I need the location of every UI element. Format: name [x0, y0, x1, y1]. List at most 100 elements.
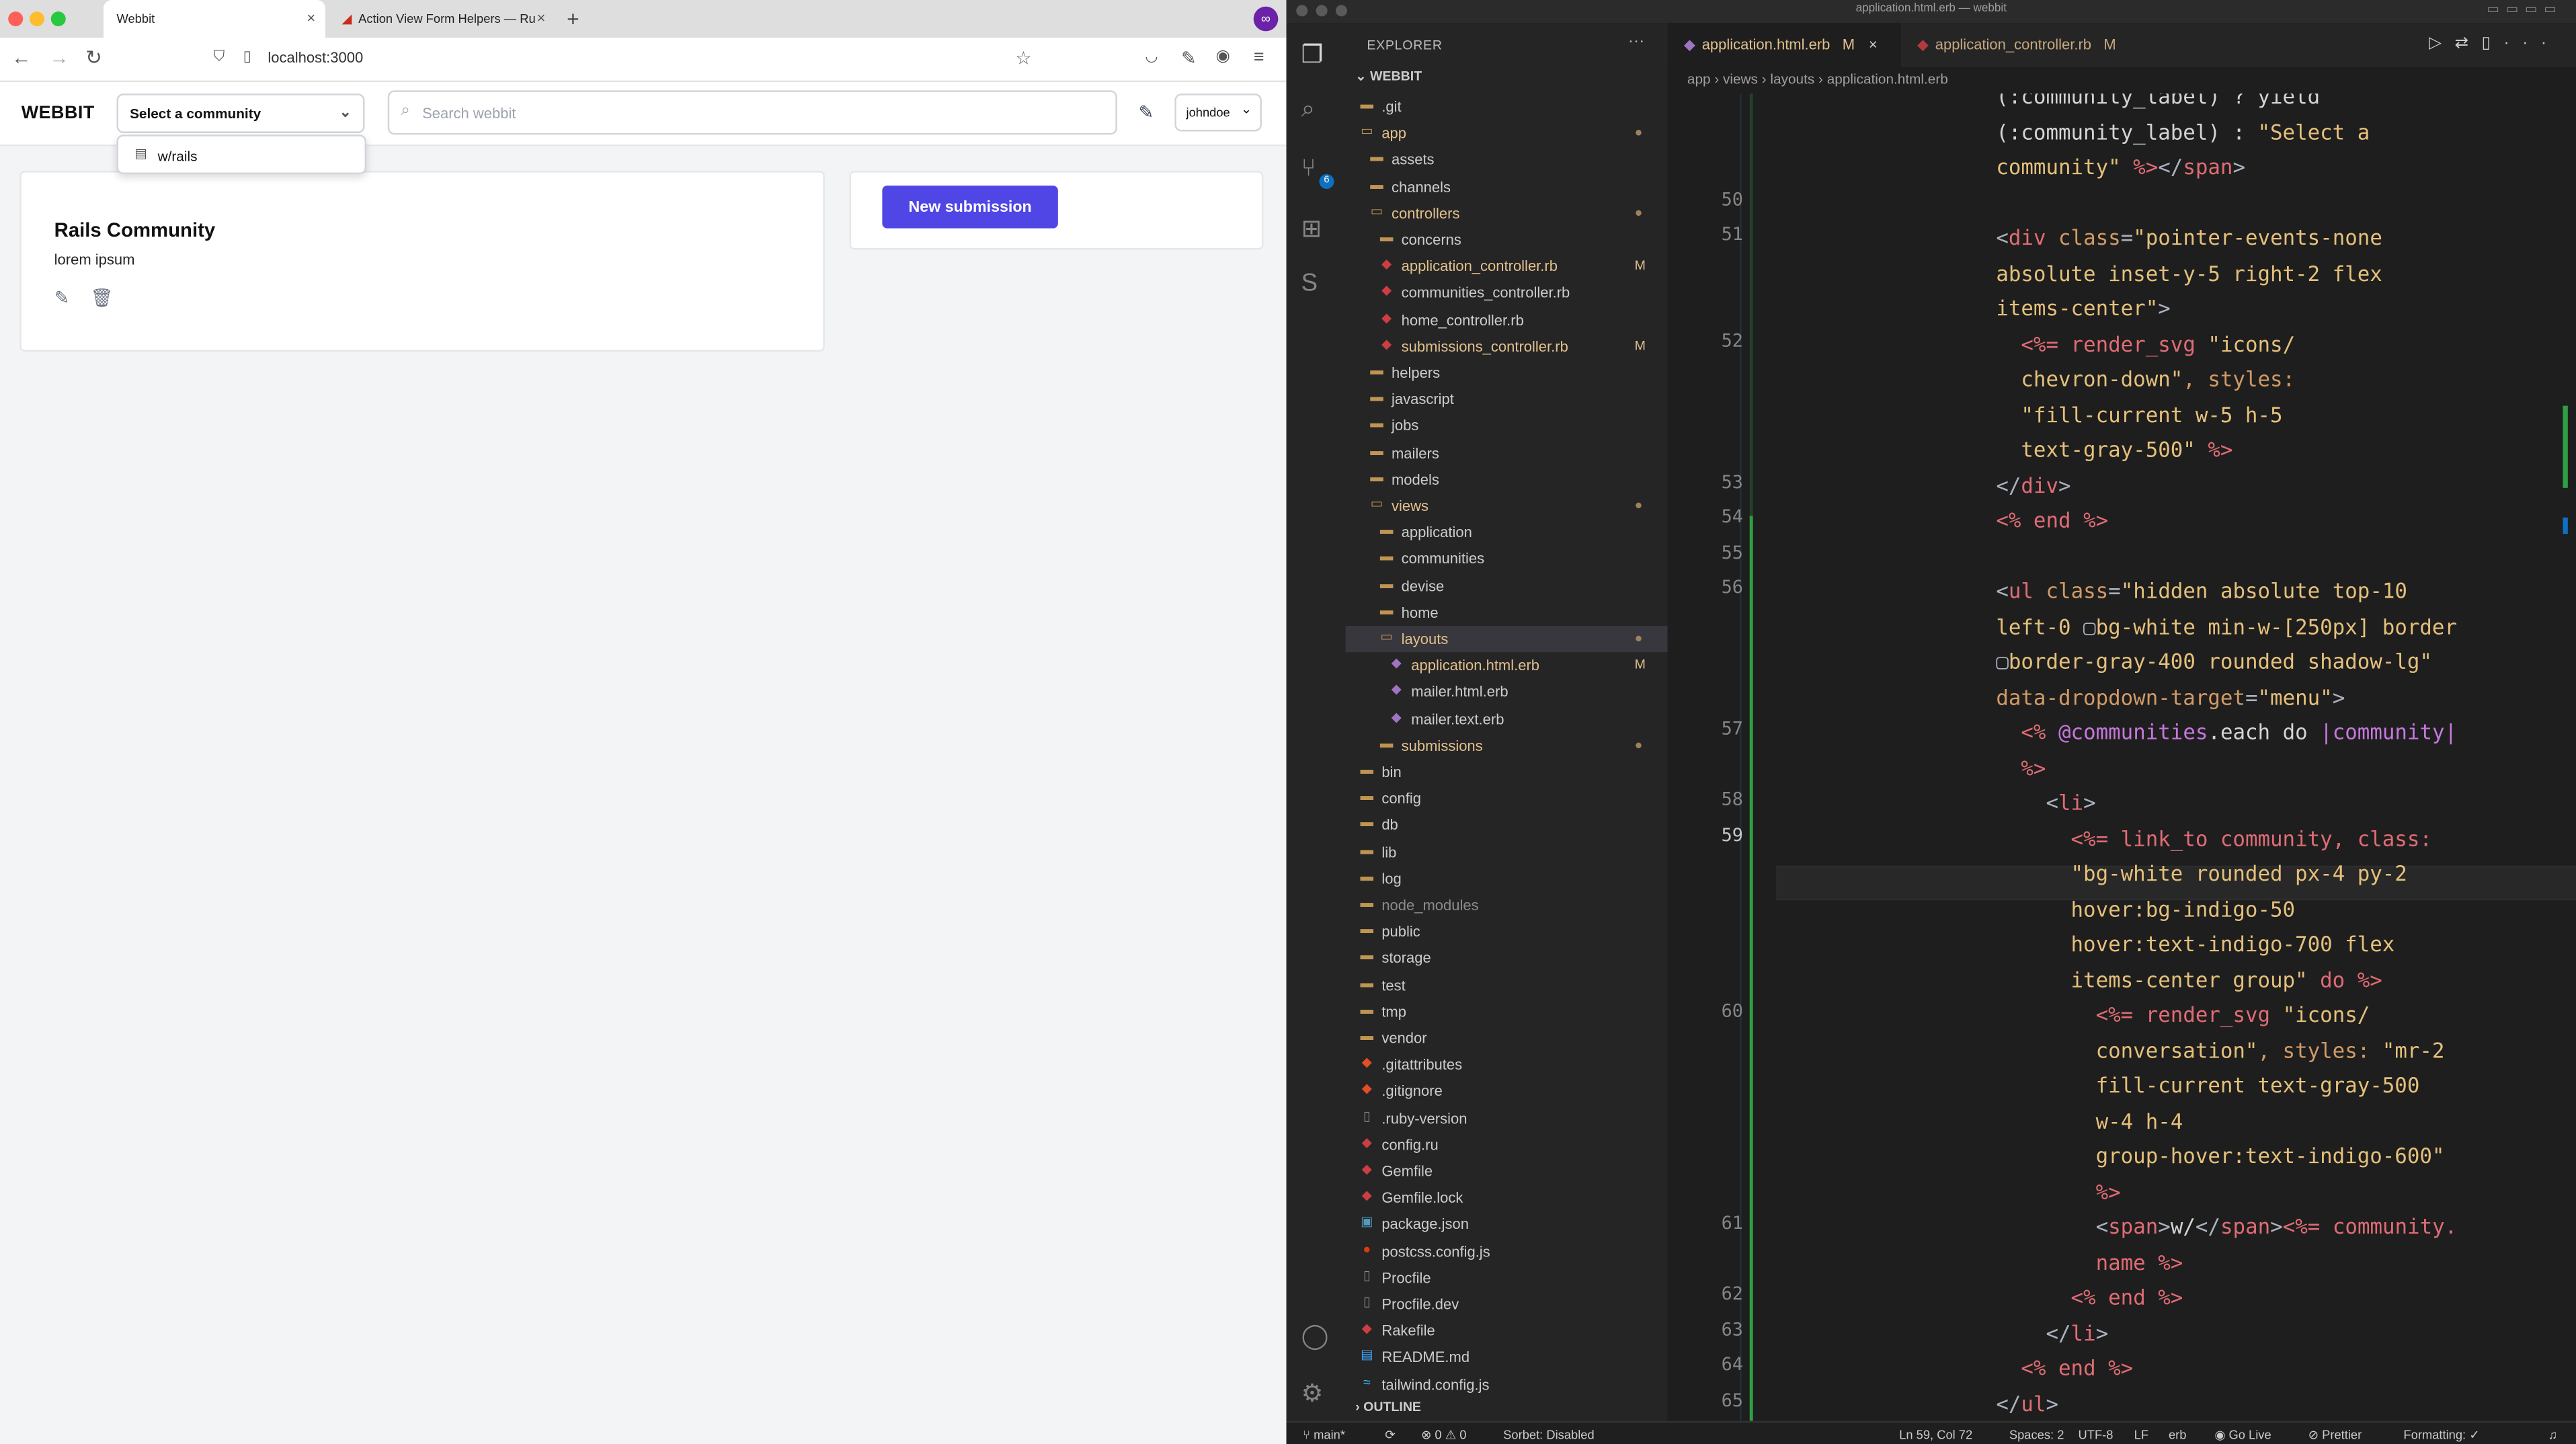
- tree-item[interactable]: ▣ package.json: [1346, 1211, 1668, 1238]
- bell-icon[interactable]: ♫: [2548, 1428, 2557, 1443]
- wrench-icon[interactable]: ✎: [1181, 48, 1197, 69]
- tree-item[interactable]: ▬ javascript: [1346, 387, 1668, 413]
- tree-item[interactable]: ▭ app ●: [1346, 120, 1668, 147]
- browser-tab-webbit[interactable]: Webbit ×: [103, 0, 325, 38]
- code-line[interactable]: hover:bg-indigo-50: [1996, 891, 2295, 927]
- tree-item[interactable]: ▤ README.md: [1346, 1345, 1668, 1371]
- code-line[interactable]: absolute inset-y-5 right-2 flex: [1996, 255, 2382, 291]
- tree-item[interactable]: ▬ jobs: [1346, 413, 1668, 439]
- tree-item[interactable]: ▬ test: [1346, 972, 1668, 998]
- sorbet-icon[interactable]: S: [1301, 270, 1318, 298]
- close-window-icon[interactable]: [8, 11, 24, 27]
- outline-section[interactable]: › OUTLINE: [1355, 1400, 1421, 1414]
- tree-item[interactable]: ▬ .git: [1346, 93, 1668, 120]
- tree-item[interactable]: ▬ models: [1346, 467, 1668, 493]
- edit-pencil-icon[interactable]: ✎: [54, 288, 70, 309]
- editor-tab-application-controller[interactable]: ◆ application_controller.rb M: [1901, 23, 2148, 67]
- tree-item[interactable]: ◆ config.ru: [1346, 1131, 1668, 1158]
- code-line[interactable]: "bg-white rounded px-4 py-2: [1996, 856, 2407, 891]
- code-line[interactable]: <span>w/</span><%= community.: [1996, 1209, 2458, 1245]
- code-line[interactable]: items-center group" do %>: [1996, 962, 2382, 998]
- tree-item[interactable]: ▬ mailers: [1346, 440, 1668, 466]
- code-line[interactable]: w-4 h-4: [1996, 1103, 2183, 1139]
- tree-item[interactable]: ▬ config: [1346, 786, 1668, 812]
- menu-icon[interactable]: ≡: [1254, 48, 1264, 67]
- prettier-status[interactable]: ⊘ Prettier: [2308, 1428, 2362, 1443]
- code-line[interactable]: <% end %>: [1996, 503, 2108, 538]
- code-line[interactable]: community" %></span>: [1996, 149, 2245, 185]
- tree-item[interactable]: ▬ tmp: [1346, 998, 1668, 1025]
- code-line[interactable]: %>: [1996, 750, 2046, 786]
- extension-icon[interactable]: ∞: [1253, 6, 1279, 32]
- tree-item[interactable]: ▬ lib: [1346, 839, 1668, 865]
- back-icon[interactable]: ←: [11, 46, 31, 69]
- code-line[interactable]: <% end %>: [1996, 1280, 2183, 1316]
- tree-item[interactable]: ● postcss.config.js: [1346, 1238, 1668, 1265]
- tree-item[interactable]: ◆ Gemfile: [1346, 1158, 1668, 1185]
- code-line[interactable]: fill-current text-gray-500: [1996, 1068, 2420, 1103]
- code-line[interactable]: chevron-down", styles:: [1996, 362, 2295, 397]
- files-icon[interactable]: ❐: [1301, 40, 1324, 69]
- code-line[interactable]: ▢border-gray-400 rounded shadow-lg": [1996, 644, 2432, 680]
- tree-item[interactable]: ▭ views ●: [1346, 493, 1668, 519]
- close-tab-icon[interactable]: ×: [1869, 36, 1878, 52]
- code-line[interactable]: conversation", styles: "mr-2: [1996, 1033, 2445, 1068]
- code-line[interactable]: <%= render_svg "icons/: [1996, 326, 2295, 362]
- tree-item[interactable]: ▬ application: [1346, 520, 1668, 546]
- forward-icon[interactable]: →: [49, 46, 69, 69]
- source-control-icon[interactable]: ⑂: [1301, 155, 1316, 183]
- tree-item[interactable]: ▬ log: [1346, 865, 1668, 891]
- code-line[interactable]: name %>: [1996, 1244, 2183, 1280]
- code-line[interactable]: <div class="pointer-events-none: [1996, 220, 2382, 255]
- url-bar[interactable]: localhost:3000: [268, 49, 363, 65]
- shield-icon[interactable]: ⛉: [214, 48, 225, 66]
- tree-item[interactable]: ▯ Procfile: [1346, 1265, 1668, 1291]
- code-line[interactable]: left-0 ▢bg-white min-w-[250px] border: [1996, 608, 2457, 644]
- code-line[interactable]: text-gray-500" %>: [1996, 432, 2232, 468]
- community-dropdown-item[interactable]: ▤ w/rails: [116, 134, 366, 175]
- tree-item[interactable]: ▬ storage: [1346, 945, 1668, 971]
- encoding[interactable]: UTF-8: [2079, 1428, 2114, 1443]
- close-tab-icon[interactable]: ×: [307, 10, 315, 26]
- search-input[interactable]: [422, 98, 1080, 128]
- tree-item[interactable]: ▬ assets: [1346, 147, 1668, 173]
- tree-item[interactable]: ▭ layouts ●: [1345, 626, 1668, 653]
- extensions-icon[interactable]: ⊞: [1301, 214, 1322, 243]
- user-menu-button[interactable]: johndoe ⌄: [1174, 93, 1262, 132]
- tree-item[interactable]: ◆ Rakefile: [1346, 1318, 1668, 1344]
- tree-item[interactable]: ◆ application.html.erb M: [1346, 653, 1668, 679]
- bookmark-star-icon[interactable]: ☆: [1015, 48, 1031, 69]
- tree-item[interactable]: ▬ communities: [1346, 546, 1668, 572]
- app-logo[interactable]: WEBBIT: [22, 104, 95, 123]
- branch-indicator[interactable]: ⑂ main*: [1303, 1428, 1345, 1443]
- tree-item[interactable]: ▬ concerns: [1346, 227, 1668, 253]
- breadcrumb[interactable]: app › views › layouts › application.html…: [1667, 67, 2576, 94]
- code-line[interactable]: <ul class="hidden absolute top-10: [1996, 573, 2407, 609]
- tree-item[interactable]: ◆ mailer.html.erb: [1346, 679, 1668, 705]
- tree-item[interactable]: ▬ devise: [1346, 573, 1668, 599]
- tree-item[interactable]: ◆ application_controller.rb M: [1346, 253, 1668, 280]
- tree-item[interactable]: ◆ submissions_controller.rb M: [1346, 333, 1668, 360]
- trash-icon[interactable]: 🗑: [90, 288, 113, 309]
- tree-item[interactable]: ▯ Procfile.dev: [1346, 1291, 1668, 1318]
- scrollbar-marker[interactable]: [2563, 405, 2568, 488]
- community-link[interactable]: w/rails: [158, 148, 198, 164]
- tree-item[interactable]: ◆ mailer.text.erb: [1346, 706, 1668, 732]
- new-submission-button[interactable]: New submission: [882, 186, 1058, 229]
- community-select[interactable]: Select a community ⌄: [116, 93, 365, 133]
- formatting-status[interactable]: Formatting: ✓: [2403, 1428, 2479, 1443]
- cursor-position[interactable]: Ln 59, Col 72: [1899, 1428, 1972, 1443]
- tree-item[interactable]: ▬ channels: [1346, 173, 1668, 200]
- tree-item[interactable]: ▯ .ruby-version: [1346, 1105, 1668, 1131]
- code-line[interactable]: data-dropdown-target="menu">: [1996, 679, 2345, 715]
- code-line[interactable]: <% end %>: [1996, 1351, 2133, 1386]
- tree-item[interactable]: ◆ communities_controller.rb: [1346, 280, 1668, 306]
- tree-item[interactable]: ▬ public: [1346, 918, 1668, 945]
- account-icon[interactable]: ◯: [1301, 1321, 1329, 1351]
- maximize-window-icon[interactable]: [50, 11, 66, 27]
- new-tab-button[interactable]: +: [567, 7, 579, 32]
- minimize-window-icon[interactable]: [29, 11, 44, 27]
- code-line[interactable]: group-hover:text-indigo-600": [1996, 1138, 2445, 1174]
- close-tab-icon[interactable]: ×: [537, 10, 546, 26]
- language-mode[interactable]: erb: [2169, 1428, 2187, 1443]
